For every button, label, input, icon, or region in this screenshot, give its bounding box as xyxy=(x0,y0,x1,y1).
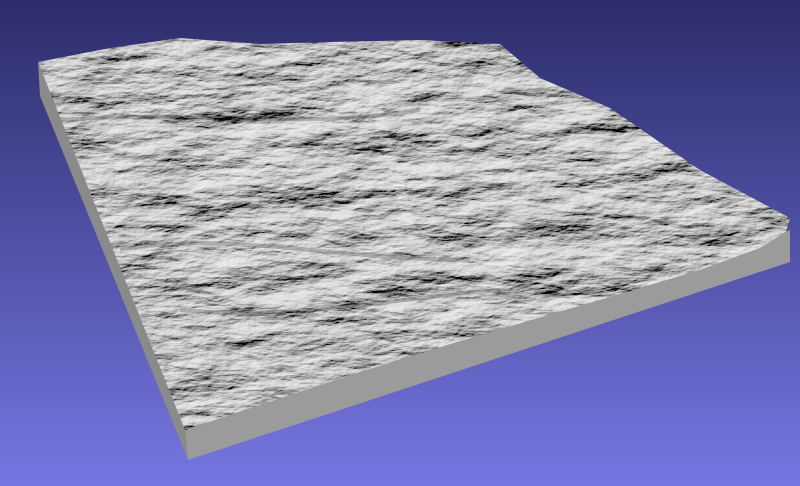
3d-viewport[interactable] xyxy=(0,0,800,486)
